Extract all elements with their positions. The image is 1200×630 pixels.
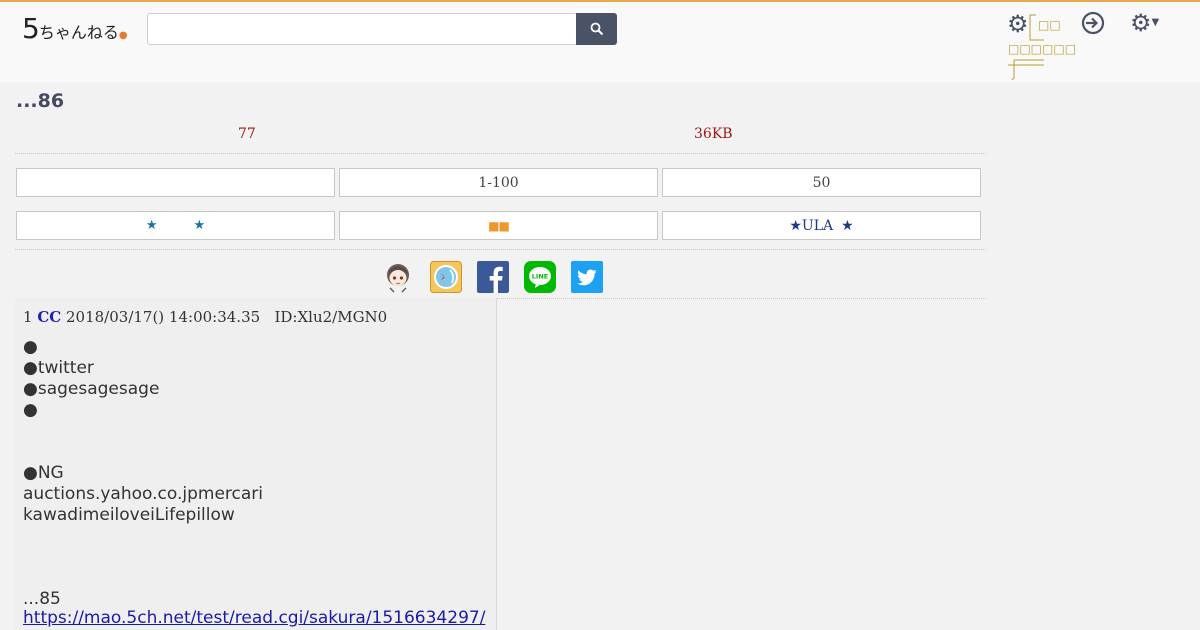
nav-button-squares[interactable]: ■■ bbox=[339, 211, 658, 240]
post-line: ●twitter bbox=[23, 358, 94, 378]
header: 5ちゃんねる● ⚙ □□ □□□□□□ ⚙▼ bbox=[0, 2, 1200, 82]
star-icon: ★ bbox=[145, 218, 158, 233]
post-body: ● ●twitter ●sagesagesage ● ●NG auctions.… bbox=[23, 337, 263, 610]
orange-squares-icon: ■■ bbox=[488, 218, 510, 233]
post-line: ...85 bbox=[23, 589, 61, 609]
divider bbox=[15, 249, 986, 250]
app-icon[interactable] bbox=[430, 261, 462, 293]
post-line bbox=[23, 526, 263, 547]
svg-text:LINE: LINE bbox=[532, 273, 548, 281]
star-icon: ★ bbox=[789, 217, 802, 234]
post-line: auctions.yahoo.co.jpmercari bbox=[23, 484, 264, 504]
twitter-icon[interactable] bbox=[571, 261, 603, 293]
post-line bbox=[23, 547, 263, 568]
search-icon bbox=[590, 22, 603, 36]
line-icon[interactable]: LINE bbox=[524, 261, 556, 293]
post-date: 2018/03/17() 14:00:34.35 bbox=[66, 308, 261, 326]
star-icon: ★ bbox=[841, 217, 854, 234]
menu-gear-dropdown-icon[interactable]: ⚙▼ bbox=[1130, 9, 1159, 37]
nav-button-1-100[interactable]: 1-100 bbox=[339, 168, 658, 197]
logo-mark: 5 bbox=[22, 12, 40, 45]
post-link[interactable]: https://mao.5ch.net/test/read.cgi/sakura… bbox=[23, 608, 485, 628]
search-button[interactable] bbox=[576, 13, 617, 45]
post-line bbox=[23, 442, 263, 463]
search-input[interactable] bbox=[147, 13, 577, 45]
post-number[interactable]: 1 bbox=[23, 308, 33, 326]
post-count: 77 bbox=[238, 126, 256, 142]
divider bbox=[15, 153, 986, 154]
post-header: 1 CC 2018/03/17() 14:00:34.35 ID:Xlu2/MG… bbox=[23, 308, 387, 326]
thread-title: ...86 bbox=[16, 90, 65, 112]
site-logo[interactable]: 5ちゃんねる● bbox=[22, 12, 128, 45]
post-line: ●sagesagesage bbox=[23, 379, 160, 399]
post-line bbox=[23, 568, 263, 589]
star-icon: ★ bbox=[193, 218, 206, 233]
thread-size: 36KB bbox=[694, 126, 733, 142]
settings-label: □□ bbox=[1038, 18, 1061, 32]
post-line: ● bbox=[23, 337, 38, 357]
nav-ula-label: ULA bbox=[801, 217, 834, 234]
avatar-icon[interactable] bbox=[382, 261, 414, 293]
post-line: ●NG bbox=[23, 463, 64, 483]
post-id[interactable]: ID:Xlu2/MGN0 bbox=[274, 308, 387, 326]
nav-button-all[interactable] bbox=[16, 168, 335, 197]
post-line: kawadimeiloveiLifepillow bbox=[23, 505, 235, 525]
nav-button-latest-50[interactable]: 50 bbox=[662, 168, 981, 197]
login-icon[interactable] bbox=[1080, 10, 1106, 36]
facebook-icon[interactable] bbox=[477, 261, 509, 293]
post-author-name: CC bbox=[37, 308, 62, 326]
logo-dot-icon: ● bbox=[118, 30, 128, 41]
nav-button-ula[interactable]: ★ ULA ★ bbox=[662, 211, 981, 240]
post-line bbox=[23, 421, 263, 442]
post-line: ● bbox=[23, 400, 38, 420]
settings-sub-label: □□□□□□ bbox=[1008, 42, 1077, 56]
nav-button-star[interactable]: ★ ★ bbox=[16, 211, 335, 240]
settings-gear-icon[interactable]: ⚙ bbox=[1007, 10, 1029, 38]
logo-text: ちゃんねる bbox=[38, 23, 119, 42]
